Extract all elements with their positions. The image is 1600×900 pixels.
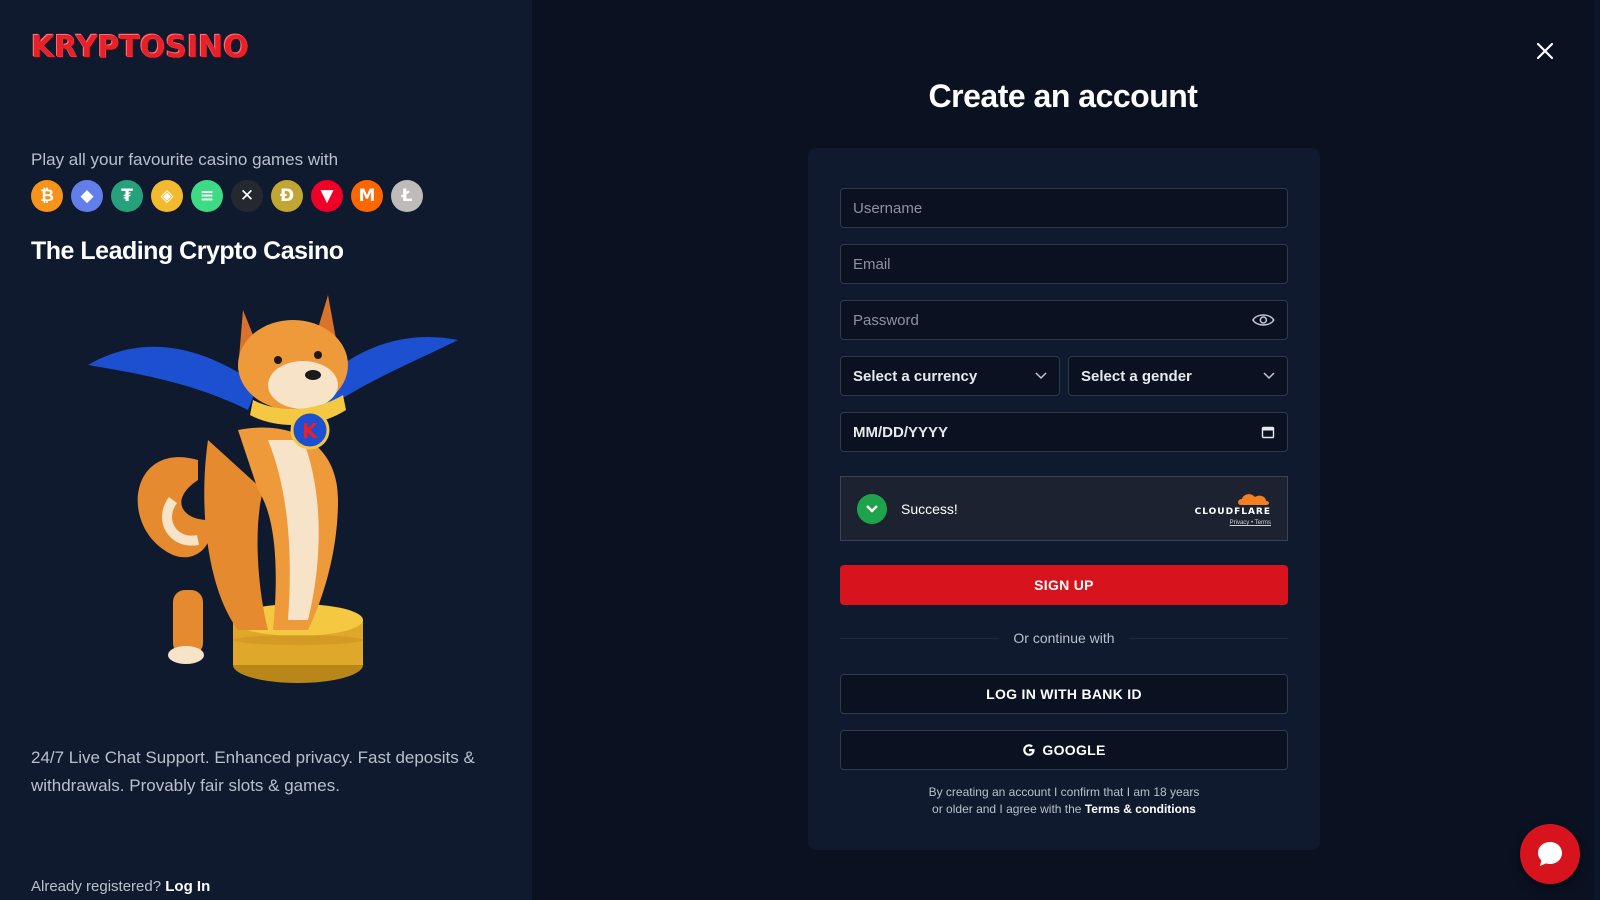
scrollbar[interactable] (1594, 0, 1600, 900)
cloudflare-cloud-icon (1238, 494, 1269, 505)
shiba-mascot-illustration: K (88, 295, 458, 683)
username-input[interactable] (853, 199, 1275, 217)
terms-notice: By creating an account I confirm that I … (840, 784, 1288, 818)
tether-icon: ₮ (111, 180, 143, 212)
chevron-down-icon (1035, 372, 1047, 380)
email-input[interactable] (853, 255, 1275, 273)
svg-text:K: K (302, 419, 319, 443)
close-icon[interactable] (1532, 38, 1558, 64)
promo-features: 24/7 Live Chat Support. Enhanced privacy… (31, 748, 475, 795)
terms-link[interactable]: Terms & conditions (1085, 802, 1196, 816)
gender-select-label: Select a gender (1081, 367, 1192, 385)
password-field[interactable] (840, 300, 1288, 340)
solana-icon: ≡ (191, 180, 223, 212)
ethereum-icon: ◆ (71, 180, 103, 212)
promo-panel: KRYPTOSINO Play all your favourite casin… (0, 0, 532, 900)
kryptosino-logo[interactable]: KRYPTOSINO (31, 30, 249, 65)
already-registered: Already registered? Log In (31, 878, 210, 895)
cloudflare-wordmark: CLOUDFLARE (1194, 507, 1271, 517)
already-registered-text: Already registered? (31, 878, 162, 895)
currency-select[interactable]: Select a currency (840, 356, 1060, 396)
check-icon (857, 493, 887, 524)
promo-headline: The Leading Crypto Casino (31, 237, 344, 265)
signup-button[interactable]: SIGN UP (840, 565, 1288, 605)
chat-bubble-icon (1538, 842, 1562, 866)
dob-placeholder: MM/DD/YYYY (853, 423, 949, 441)
captcha-privacy-link[interactable]: Privacy (1230, 520, 1250, 526)
cloudflare-captcha[interactable]: Success! CLOUDFLARE Privacy • Terms (840, 476, 1288, 541)
bank-id-login-button[interactable]: LOG IN WITH BANK ID (840, 674, 1288, 714)
divider-line-left (840, 637, 1000, 639)
gender-select[interactable]: Select a gender (1068, 356, 1288, 396)
captcha-status: Success! (901, 500, 958, 517)
username-field[interactable] (840, 188, 1288, 228)
promo-tagline: Play all your favourite casino games wit… (31, 150, 339, 169)
bnb-icon: ◈ (151, 180, 183, 212)
crypto-coin-list: ₿ ◆ ₮ ◈ ≡ ✕ Ð ▼ M Ł (31, 180, 423, 212)
bitcoin-icon: ₿ (31, 180, 63, 212)
captcha-terms-link[interactable]: Terms (1255, 520, 1271, 526)
xrp-icon: ✕ (231, 180, 263, 212)
terms-line-2-text: or older and I agree with the (932, 802, 1082, 816)
currency-select-label: Select a currency (853, 367, 978, 385)
captcha-separator: • (1250, 520, 1254, 526)
dogecoin-icon: Ð (271, 180, 303, 212)
login-link[interactable]: Log In (165, 878, 210, 895)
google-label: GOOGLE (1042, 742, 1106, 758)
google-icon (1023, 744, 1035, 756)
google-login-button[interactable]: GOOGLE (840, 730, 1288, 770)
live-chat-button[interactable] (1520, 824, 1580, 884)
email-field[interactable] (840, 244, 1288, 284)
date-of-birth-field[interactable]: MM/DD/YYYY (840, 412, 1288, 452)
password-input[interactable] (853, 311, 1253, 329)
monero-icon: M (351, 180, 383, 212)
page-title: Create an account (928, 78, 1198, 114)
eye-icon[interactable] (1252, 312, 1275, 328)
chevron-down-icon (1263, 372, 1275, 380)
terms-line-2: or older and I agree with the Terms & co… (840, 801, 1288, 818)
litecoin-icon: Ł (391, 180, 423, 212)
calendar-icon[interactable] (1261, 425, 1275, 439)
captcha-links: Privacy • Terms (1195, 520, 1271, 526)
cloudflare-brand: CLOUDFLARE Privacy • Terms (1195, 491, 1271, 526)
divider-line-right (1128, 637, 1289, 639)
bank-id-label: LOG IN WITH BANK ID (986, 686, 1142, 702)
or-divider: Or continue with (840, 628, 1289, 648)
tron-icon: ▼ (311, 180, 343, 212)
terms-line-1: By creating an account I confirm that I … (928, 785, 1200, 799)
divider-text: Or continue with (1013, 630, 1115, 646)
